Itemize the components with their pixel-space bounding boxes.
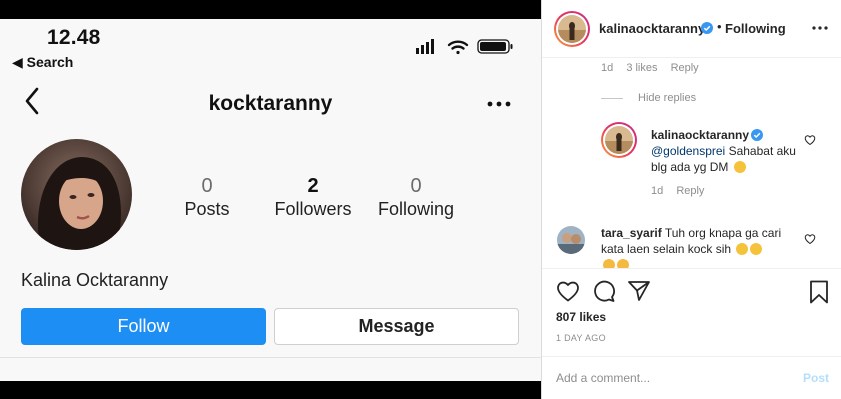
followers-label: Followers bbox=[274, 199, 352, 219]
like-comment-icon[interactable] bbox=[804, 134, 816, 146]
reply-comment-text: @goldensprei Sahabat aku blg ada yg DM bbox=[651, 143, 806, 175]
comments-list: 1d 3 likes Reply Hide replies kalinaockt… bbox=[542, 58, 841, 268]
phone-screen: 12.48 ◀ Search kocktaranny 0 Posts 2 Fol… bbox=[0, 19, 541, 381]
profile-display-name: Kalina Ocktaranny bbox=[21, 270, 169, 290]
battery-icon bbox=[477, 39, 513, 54]
likes-count[interactable]: 807 likes bbox=[556, 310, 606, 324]
hide-replies-button[interactable]: Hide replies bbox=[638, 92, 696, 104]
post-comment-button[interactable]: Post bbox=[803, 371, 829, 385]
post-panel: kalinaocktaranny • Following 1d 3 likes … bbox=[541, 0, 841, 399]
divider bbox=[0, 357, 541, 358]
reply-meta: 1d Reply bbox=[651, 185, 704, 197]
following-button[interactable]: Following bbox=[725, 21, 786, 36]
comment-age: 1d bbox=[601, 62, 614, 74]
followers-stat[interactable]: 2 Followers bbox=[266, 175, 360, 221]
status-time: 12.48 bbox=[47, 26, 101, 49]
reply-link[interactable]: Reply bbox=[676, 185, 704, 197]
reply-link[interactable]: Reply bbox=[671, 62, 699, 74]
mention-link[interactable]: @goldensprei bbox=[651, 144, 725, 158]
profile-username: kocktaranny bbox=[208, 92, 333, 115]
smile-emoji-icon bbox=[733, 161, 746, 173]
like-comment-icon[interactable] bbox=[804, 233, 816, 245]
header-separator: • bbox=[717, 19, 722, 34]
sad-emoji-icon bbox=[617, 259, 629, 268]
reply-age: 1d bbox=[651, 185, 664, 197]
add-comment-bar: Post bbox=[542, 356, 841, 399]
verified-badge-icon bbox=[751, 129, 763, 141]
follow-button[interactable]: Follow bbox=[21, 308, 266, 345]
comment-likes[interactable]: 3 likes bbox=[626, 62, 657, 74]
post-timestamp[interactable]: 1 DAY AGO bbox=[556, 333, 606, 343]
comment-input[interactable] bbox=[556, 368, 776, 388]
following-label: Following bbox=[377, 199, 455, 219]
message-button[interactable]: Message bbox=[274, 308, 519, 345]
back-to-search-link[interactable]: ◀ Search bbox=[12, 54, 73, 71]
heart-icon[interactable] bbox=[556, 280, 580, 302]
reply-author-avatar[interactable] bbox=[601, 122, 637, 158]
followers-count: 2 bbox=[307, 175, 319, 197]
author-avatar[interactable] bbox=[554, 11, 590, 47]
share-icon[interactable] bbox=[627, 280, 651, 302]
sad-emoji-icon bbox=[736, 243, 749, 255]
commenter-username[interactable]: tara_syarif bbox=[601, 226, 662, 240]
comment-text: tara_syarif Tuh org knapa ga cari kata l… bbox=[601, 225, 801, 268]
wifi-icon bbox=[447, 40, 469, 55]
author-username[interactable]: kalinaocktaranny bbox=[599, 21, 705, 36]
post-actions: 807 likes 1 DAY AGO bbox=[542, 268, 841, 352]
profile-avatar[interactable] bbox=[21, 139, 132, 250]
hide-replies-line bbox=[601, 98, 623, 99]
posts-count: 0 bbox=[201, 175, 213, 197]
verified-badge-icon bbox=[701, 22, 713, 34]
bookmark-icon[interactable] bbox=[809, 280, 829, 304]
following-count: 0 bbox=[410, 175, 422, 197]
more-options-icon[interactable] bbox=[812, 24, 828, 32]
more-dots-icon[interactable] bbox=[486, 97, 512, 111]
sad-emoji-icon bbox=[750, 243, 763, 255]
post-header: kalinaocktaranny • Following bbox=[542, 0, 841, 58]
posts-label: Posts bbox=[184, 199, 230, 219]
comment-meta: 1d 3 likes Reply bbox=[601, 62, 699, 74]
following-stat: 0 Following bbox=[370, 175, 462, 221]
reply-author-username[interactable]: kalinaocktaranny bbox=[651, 128, 749, 142]
sad-emoji-icon bbox=[603, 259, 615, 268]
profile-screenshot: 12.48 ◀ Search kocktaranny 0 Posts 2 Fol… bbox=[0, 0, 541, 399]
comment-icon[interactable] bbox=[592, 280, 616, 302]
posts-stat: 0 Posts bbox=[172, 175, 242, 221]
commenter-avatar[interactable] bbox=[557, 226, 585, 254]
status-icons bbox=[416, 39, 513, 55]
signal-icon bbox=[416, 39, 434, 54]
